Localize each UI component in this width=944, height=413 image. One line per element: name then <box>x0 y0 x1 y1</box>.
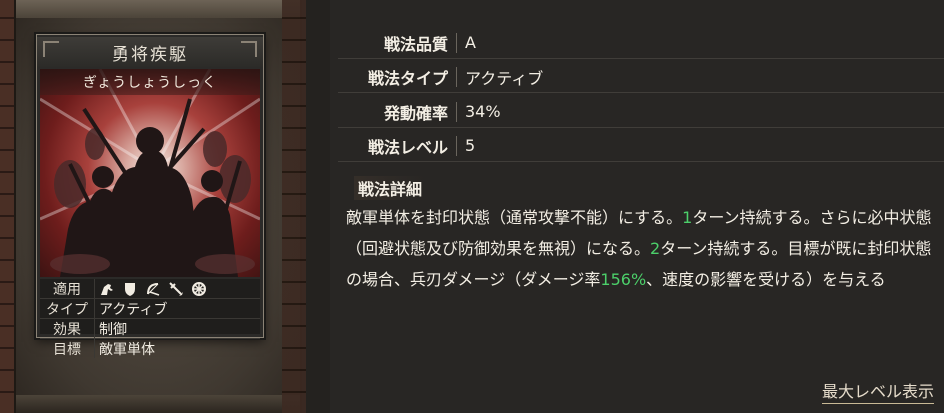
info-row-effect: 効果 制御 <box>40 319 260 339</box>
info-row-apply: 適用 <box>40 279 260 299</box>
info-val-target: 敵軍単体 <box>99 341 155 358</box>
divider <box>456 66 457 87</box>
row-type: 戦法タイプ アクティブ <box>338 61 944 93</box>
divider <box>456 101 457 122</box>
desc-turns-1: 1 <box>682 208 693 227</box>
detail-title: 戦法詳細 <box>354 176 427 200</box>
card-reading: ぎょうしょうしっく <box>40 69 260 95</box>
level-label: 戦法レベル <box>367 137 448 157</box>
spear-icon <box>169 281 183 296</box>
info-key-effect: 効果 <box>40 319 95 338</box>
info-val-effect: 制御 <box>99 321 127 338</box>
tactic-card: 勇将疾駆 ぎょうしょうしっく 適用 タイプ アクティブ 効果 制御 目標 敵軍単… <box>36 34 264 358</box>
siege-icon <box>192 281 206 296</box>
desc-turns-2: 2 <box>650 239 661 258</box>
rate-label: 発動確率 <box>383 103 448 123</box>
row-quality: 戦法品質 A <box>338 27 944 59</box>
level-value: 5 <box>465 136 476 155</box>
type-label: 戦法タイプ <box>367 68 448 88</box>
card-info: 適用 タイプ アクティブ 効果 制御 目標 敵軍単体 <box>40 279 260 358</box>
rate-value: 34% <box>465 102 501 121</box>
detail-description: 敵軍単体を封印状態（通常攻撃不能）にする。1ターン持続する。さらに必中状態（回避… <box>346 202 936 295</box>
quality-value: A <box>465 33 476 52</box>
card-artwork: ぎょうしょうしっく <box>40 69 260 277</box>
info-val-type: アクティブ <box>99 301 168 318</box>
tactic-details-panel: 戦法品質 A 戦法タイプ アクティブ 発動確率 34% 戦法レベル 5 戦法詳細… <box>330 0 944 413</box>
type-value: アクティブ <box>465 68 544 88</box>
card-title: 勇将疾駆 <box>37 37 263 67</box>
quality-label: 戦法品質 <box>383 34 448 54</box>
warriors-silhouette <box>40 69 260 277</box>
brick-pillar <box>282 0 306 413</box>
divider <box>456 32 457 53</box>
info-key-type: タイプ <box>40 299 95 318</box>
info-row-target: 目標 敵軍単体 <box>40 339 260 358</box>
row-rate: 発動確率 34% <box>338 96 944 128</box>
unit-type-icons <box>95 281 207 297</box>
divider <box>456 135 457 156</box>
cavalry-icon <box>101 283 113 295</box>
desc-damage-rate: 156% <box>600 270 647 289</box>
shield-icon <box>125 282 135 296</box>
corner-ornament-right <box>241 41 257 57</box>
corner-ornament-left <box>43 41 59 57</box>
info-key-target: 目標 <box>40 339 95 358</box>
card-title-text: 勇将疾駆 <box>112 44 188 65</box>
max-level-link[interactable]: 最大レベル表示 <box>821 378 934 404</box>
row-level: 戦法レベル 5 <box>338 130 944 162</box>
info-key-apply: 適用 <box>40 279 95 298</box>
bow-icon <box>147 282 160 296</box>
info-row-type: タイプ アクティブ <box>40 299 260 319</box>
desc-part-1: 敵軍単体を封印状態（通常攻撃不能）にする。 <box>346 208 683 227</box>
desc-part-4: 、速度の影響を受ける）を与える <box>646 270 886 289</box>
